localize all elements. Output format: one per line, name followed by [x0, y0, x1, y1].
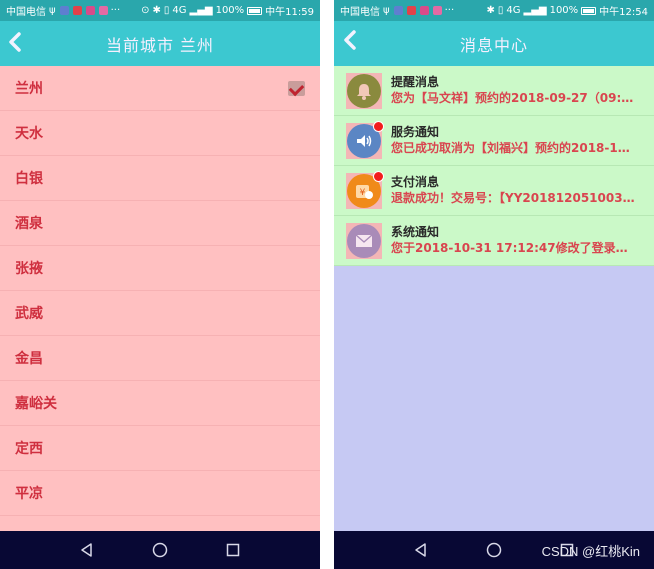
- battery-icon: [581, 6, 597, 15]
- message-list: 提醒消息 您为【马文祥】预约的2018-09-27（09:00-12:00） 服…: [334, 66, 654, 266]
- city-item-jiayuguan[interactable]: 嘉峪关: [0, 381, 320, 426]
- status-bar: 中国电信 ψ ··· ✱ ▯ 4G ▂▄▆ 100% 中午12:54: [334, 0, 654, 21]
- message-item-system[interactable]: 系统通知 您于2018-10-31 17:12:47修改了登录密码,如非本人操作: [334, 216, 654, 266]
- message-item-payment[interactable]: ¥ 支付消息 退款成功！交易号：【YY20181205100315】: [334, 166, 654, 216]
- battery-icon: [247, 6, 263, 15]
- bell-icon: [346, 72, 382, 109]
- city-label: 武威: [15, 306, 43, 322]
- unread-badge: [373, 170, 384, 182]
- app-notification-icon: [85, 6, 95, 15]
- video-notification-icon: [72, 6, 82, 15]
- bluetooth-icon: ✱: [152, 5, 161, 16]
- signal-icon: ▂▄▆: [189, 5, 213, 16]
- vibrate-icon: ▯: [497, 5, 504, 16]
- location-icon: ⊙: [141, 5, 150, 16]
- app-notification-icon: [59, 6, 69, 15]
- nav-home-icon[interactable]: [484, 540, 504, 560]
- chevron-left-icon[interactable]: [343, 30, 357, 55]
- message-item-service[interactable]: 服务通知 您已成功取消为【刘福兴】预约的2018-12-05: [334, 116, 654, 166]
- city-label: 天水: [15, 126, 43, 142]
- city-item-jinchang[interactable]: 金昌: [0, 336, 320, 381]
- city-item-baiyin[interactable]: 白银: [0, 156, 320, 201]
- city-label: 张掖: [15, 261, 43, 277]
- message-body: 您为【马文祥】预约的2018-09-27（09:00-12:00）: [391, 91, 635, 105]
- speaker-icon: [346, 120, 384, 159]
- battery-percent: 100%: [215, 5, 245, 16]
- city-item-pingliang[interactable]: 平凉: [0, 471, 320, 516]
- more-notifications-icon: ···: [110, 5, 121, 16]
- watermark: CSDN @红桃Kin: [541, 544, 640, 559]
- clock: 中午12:54: [599, 7, 648, 18]
- city-item-tianshui[interactable]: 天水: [0, 111, 320, 156]
- nav-back-icon[interactable]: [411, 540, 431, 560]
- page-title: 消息中心: [459, 35, 528, 55]
- battery-percent: 100%: [549, 5, 579, 16]
- status-bar: 中国电信 ψ ··· ⊙ ✱ ▯ 4G ▂▄▆ 100% 中午11:59: [0, 0, 320, 21]
- bluetooth-icon: ✱: [486, 5, 495, 16]
- message-item-reminder[interactable]: 提醒消息 您为【马文祥】预约的2018-09-27（09:00-12:00）: [334, 66, 654, 116]
- system-nav-bar: CSDN @红桃Kin: [334, 531, 654, 569]
- city-item-lanzhou[interactable]: 兰州: [0, 66, 320, 111]
- message-title: 提醒消息: [391, 75, 440, 89]
- city-label: 兰州: [15, 81, 43, 97]
- signal-icon: ▂▄▆: [523, 5, 547, 16]
- city-item-jiuquan[interactable]: 酒泉: [0, 201, 320, 246]
- nav-back-icon[interactable]: [77, 540, 97, 560]
- message-title: 服务通知: [391, 125, 440, 139]
- app-notification-icon: [393, 6, 403, 15]
- page-title: 当前城市 兰州: [105, 35, 215, 55]
- checkmark-icon[interactable]: [288, 80, 305, 96]
- message-body: 您于2018-10-31 17:12:47修改了登录密码,如非本人操作: [391, 241, 635, 255]
- mail-icon: [346, 222, 382, 259]
- nav-recents-icon[interactable]: [223, 540, 243, 560]
- app-notification-icon: [419, 6, 429, 15]
- nav-home-icon[interactable]: [150, 540, 170, 560]
- city-selection-screen: 中国电信 ψ ··· ⊙ ✱ ▯ 4G ▂▄▆ 100% 中午11:59 当前城…: [0, 0, 320, 569]
- message-body: 您已成功取消为【刘福兴】预约的2018-12-05: [391, 141, 635, 155]
- more-notifications-icon: ···: [444, 5, 455, 16]
- usb-icon: ψ: [49, 5, 56, 16]
- app-notification-icon: [432, 6, 442, 15]
- message-center-screen: 中国电信 ψ ··· ✱ ▯ 4G ▂▄▆ 100% 中午12:54 消息中心: [334, 0, 654, 569]
- chevron-left-icon[interactable]: [8, 32, 22, 57]
- city-label: 白银: [15, 171, 43, 187]
- city-label: 酒泉: [15, 216, 43, 232]
- message-title: 系统通知: [391, 225, 440, 239]
- city-item-zhangye[interactable]: 张掖: [0, 246, 320, 291]
- system-nav-bar: [0, 531, 320, 569]
- signal-label: 4G: [506, 5, 521, 16]
- unread-badge: [373, 120, 384, 132]
- video-notification-icon: [406, 6, 416, 15]
- usb-icon: ψ: [383, 5, 390, 16]
- signal-label: 4G: [172, 5, 187, 16]
- carrier-label: 中国电信: [6, 7, 46, 18]
- city-label: 嘉峪关: [15, 396, 57, 412]
- city-list: 兰州 天水 白银 酒泉 张掖 武威 金昌 嘉峪关 定西 平凉: [0, 66, 320, 531]
- clock: 中午11:59: [265, 7, 314, 18]
- payment-icon: ¥: [346, 170, 384, 209]
- carrier-label: 中国电信: [340, 7, 380, 18]
- message-body: 退款成功！交易号：【YY20181205100315】: [391, 191, 635, 205]
- title-bar: 消息中心: [334, 21, 654, 66]
- message-area: 提醒消息 您为【马文祥】预约的2018-09-27（09:00-12:00） 服…: [334, 66, 654, 531]
- city-label: 平凉: [15, 486, 43, 502]
- title-bar: 当前城市 兰州: [0, 21, 320, 66]
- message-title: 支付消息: [391, 175, 440, 189]
- city-label: 金昌: [15, 351, 43, 367]
- app-notification-icon: [98, 6, 108, 15]
- svg-text:¥: ¥: [360, 188, 366, 198]
- city-label: 定西: [15, 441, 43, 457]
- city-item-wuwei[interactable]: 武威: [0, 291, 320, 336]
- city-item-dingxi[interactable]: 定西: [0, 426, 320, 471]
- vibrate-icon: ▯: [163, 5, 170, 16]
